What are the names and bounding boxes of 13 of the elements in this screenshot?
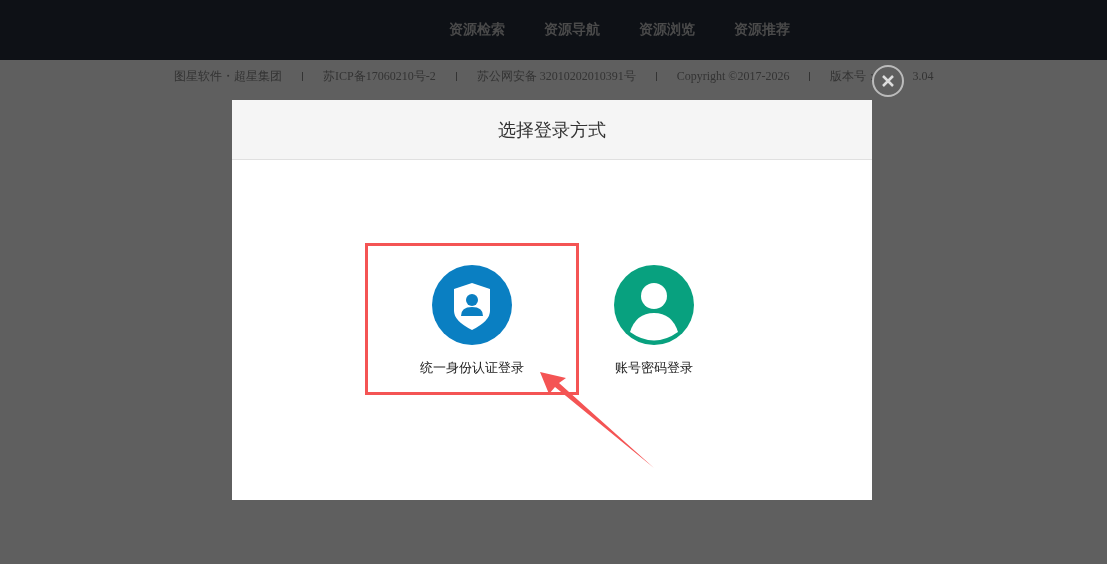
option-label: 统一身份认证登录 [420, 359, 524, 377]
dialog-title: 选择登录方式 [498, 117, 606, 142]
nav-link[interactable]: 资源导航 [543, 21, 600, 39]
nav-link[interactable]: 资源浏览 [638, 21, 695, 39]
nav-link[interactable]: 资源检索 [448, 21, 505, 39]
close-icon [881, 74, 895, 88]
option-label: 账号密码登录 [615, 359, 693, 377]
shield-user-icon [432, 265, 512, 345]
login-option[interactable]: 统一身份认证登录 [365, 243, 579, 395]
login-option[interactable]: 账号密码登录 [579, 243, 729, 395]
close-button[interactable] [872, 65, 904, 97]
user-icon [614, 265, 694, 345]
nav-link[interactable]: 资源推荐 [733, 21, 790, 39]
